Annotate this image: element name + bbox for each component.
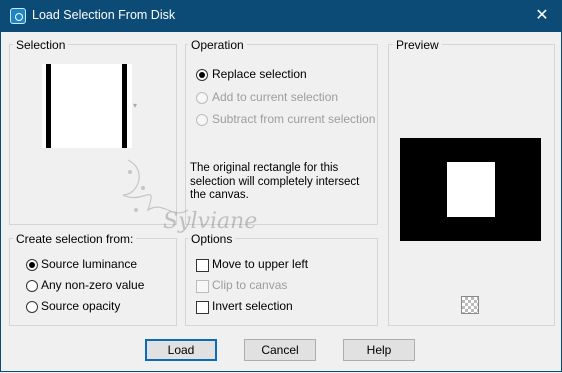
window-title: Load Selection From Disk (32, 8, 176, 22)
watermark-text: Sylviane (163, 209, 257, 234)
close-button[interactable]: ✕ (528, 4, 556, 28)
replace-selection-radio[interactable] (196, 69, 208, 81)
clip-to-canvas-checkbox[interactable] (196, 280, 209, 293)
transparency-checker-icon[interactable] (461, 296, 479, 314)
operation-group-label: Operation (188, 38, 247, 52)
move-upper-left-checkbox[interactable] (196, 259, 209, 272)
add-to-selection-label[interactable]: Add to current selection (212, 90, 338, 104)
selection-group-label: Selection (13, 38, 69, 52)
source-luminance-radio[interactable] (26, 259, 38, 271)
source-luminance-label[interactable]: Source luminance (41, 257, 137, 271)
help-button[interactable]: Help (343, 339, 415, 361)
invert-selection-label[interactable]: Invert selection (212, 299, 293, 313)
preview-selection-square (447, 162, 495, 217)
subtract-selection-radio[interactable] (196, 114, 208, 126)
clip-to-canvas-label[interactable]: Clip to canvas (212, 278, 287, 292)
preview-group-label: Preview (393, 38, 442, 52)
source-opacity-label[interactable]: Source opacity (41, 299, 120, 313)
cancel-button[interactable]: Cancel (244, 339, 316, 361)
load-button[interactable]: Load (145, 339, 217, 361)
close-icon: ✕ (535, 7, 549, 24)
thumbnail-right-bar (122, 64, 127, 148)
title-bar[interactable]: Load Selection From Disk ✕ (0, 0, 562, 32)
watermark-flourish: Sylviane (122, 159, 257, 234)
subtract-selection-label[interactable]: Subtract from current selection (212, 112, 375, 126)
thumbnail-left-bar (46, 64, 51, 148)
move-upper-left-label[interactable]: Move to upper left (212, 257, 308, 271)
replace-selection-label[interactable]: Replace selection (212, 67, 307, 81)
app-icon (10, 8, 26, 24)
any-nonzero-label[interactable]: Any non-zero value (41, 278, 144, 292)
thumbnail-dropdown-icon[interactable]: ▾ (133, 101, 137, 110)
source-opacity-radio[interactable] (26, 301, 38, 313)
invert-selection-checkbox[interactable] (196, 301, 209, 314)
add-to-selection-radio[interactable] (196, 92, 208, 104)
any-nonzero-radio[interactable] (26, 280, 38, 292)
selection-thumbnail[interactable] (42, 64, 132, 148)
